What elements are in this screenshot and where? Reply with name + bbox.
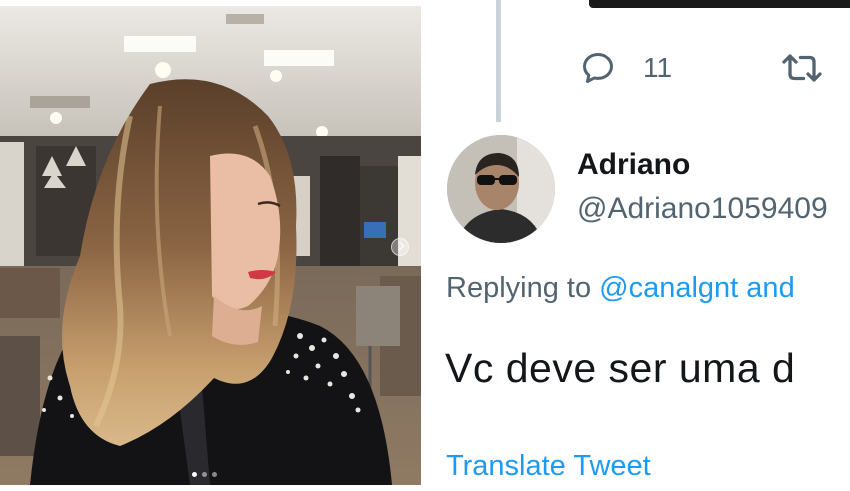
page-dot — [192, 472, 197, 477]
author-display-name[interactable]: Adriano — [577, 148, 690, 182]
replying-to-mention[interactable]: @canalgnt — [599, 272, 738, 304]
translate-tweet-link[interactable]: Translate Tweet — [446, 450, 651, 483]
retweet-button[interactable] — [780, 50, 824, 86]
salon-photo — [0, 6, 421, 485]
replying-to-line: Replying to @canalgnt and — [446, 272, 795, 305]
tweet-reply-card: 11 Adriano @Adriano1059409 Replying to @… — [429, 0, 850, 491]
page-dot — [212, 472, 217, 477]
carousel-pagination — [192, 472, 217, 477]
photo-illustration — [0, 6, 421, 485]
thread-line — [496, 0, 501, 122]
replying-to-others[interactable]: and — [738, 272, 794, 304]
author-handle[interactable]: @Adriano1059409 — [577, 192, 828, 226]
reply-count: 11 — [643, 52, 673, 83]
avatar[interactable] — [447, 135, 555, 243]
replying-to-prefix: Replying to — [446, 272, 600, 304]
tweet-text: Vc deve ser uma d — [445, 345, 796, 391]
page-dot — [202, 472, 207, 477]
parent-tweet-media-edge — [589, 0, 850, 8]
reply-icon — [583, 53, 613, 83]
retweet-icon — [782, 54, 822, 82]
avatar-photo — [447, 135, 555, 243]
tweet-actions: 11 — [579, 50, 824, 86]
reply-button[interactable]: 11 — [579, 50, 780, 86]
chevron-right-icon[interactable] — [391, 238, 409, 256]
